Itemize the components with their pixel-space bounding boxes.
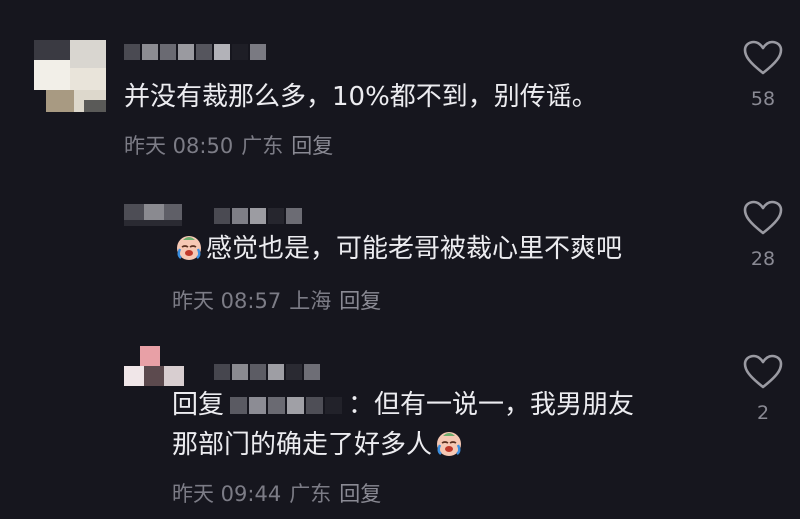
comment-meta: 昨天 09:44 广东 回复 bbox=[172, 478, 389, 508]
comment-meta: 昨天 08:50 广东 回复 bbox=[124, 130, 341, 160]
crying-emoji-icon bbox=[437, 432, 462, 456]
comment-text: 回复 ：但有一说一，我男朋友 bbox=[172, 384, 634, 426]
comment-location: 上海 bbox=[289, 289, 332, 313]
reply-button[interactable]: 回复 bbox=[291, 134, 333, 158]
reply-button[interactable]: 回复 bbox=[339, 482, 381, 506]
comment-location: 广东 bbox=[289, 482, 332, 506]
avatar[interactable] bbox=[124, 346, 184, 386]
reply-button[interactable]: 回复 bbox=[339, 289, 381, 313]
like-button[interactable]: 28 bbox=[741, 200, 785, 270]
username-blurred[interactable] bbox=[214, 364, 320, 380]
heart-icon bbox=[743, 40, 783, 75]
avatar[interactable] bbox=[124, 204, 182, 226]
like-button[interactable]: 2 bbox=[741, 354, 785, 424]
comment-body-line1: ：但有一说一，我男朋友 bbox=[348, 390, 635, 420]
comment-text: 感觉也是，可能老哥被裁心里不爽吧 bbox=[172, 228, 622, 270]
comment-location: 广东 bbox=[241, 134, 284, 158]
like-button[interactable]: 58 bbox=[741, 40, 785, 110]
crying-emoji-icon bbox=[177, 236, 201, 260]
like-count: 2 bbox=[756, 402, 770, 424]
comment-time: 昨天 09:44 bbox=[172, 482, 282, 506]
username-blurred[interactable] bbox=[214, 208, 302, 224]
heart-icon bbox=[743, 354, 783, 389]
avatar[interactable] bbox=[34, 40, 106, 112]
mention-blurred[interactable] bbox=[230, 397, 343, 414]
comment-time: 昨天 08:57 bbox=[172, 289, 282, 313]
comment-body-line2: 那部门的确走了好多人 bbox=[172, 430, 433, 460]
like-count: 28 bbox=[750, 248, 776, 270]
like-count: 58 bbox=[750, 88, 776, 110]
comment-meta: 昨天 08:57 上海 回复 bbox=[172, 285, 389, 315]
heart-icon bbox=[743, 200, 783, 235]
comment-body: 感觉也是，可能老哥被裁心里不爽吧 bbox=[206, 234, 623, 264]
comment-text-line2: 那部门的确走了好多人 bbox=[172, 424, 466, 466]
reply-item[interactable]: 感觉也是，可能老哥被裁心里不爽吧 昨天 08:57 上海 回复 28 bbox=[0, 170, 800, 340]
reply-prefix: 回复 bbox=[172, 390, 225, 420]
username-blurred[interactable] bbox=[124, 44, 266, 60]
reply-item[interactable]: 回复 ：但有一说一，我男朋友 那部门的确走了好多人 昨天 09:44 广东 回复 2 bbox=[0, 340, 800, 519]
comment-text: 并没有裁那么多，10%都不到，别传谣。 bbox=[124, 82, 598, 112]
comment-time: 昨天 08:50 bbox=[124, 134, 234, 158]
comment-item[interactable]: 并没有裁那么多，10%都不到，别传谣。 昨天 08:50 广东 回复 58 bbox=[0, 0, 800, 170]
